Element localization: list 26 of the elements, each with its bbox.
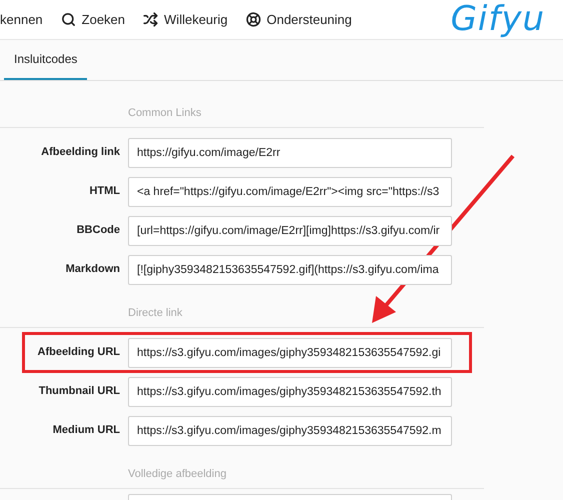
shuffle-icon — [143, 12, 158, 27]
field-label: Thumbnail URL — [38, 384, 120, 400]
nav-link[interactable]: kennen — [0, 10, 43, 30]
nav-link[interactable]: Ondersteuning — [246, 10, 352, 30]
section-heading: Directe link — [128, 307, 182, 319]
nav-link[interactable]: Zoeken — [60, 10, 126, 30]
section-heading: Common Links — [128, 107, 202, 119]
code-field[interactable]: https://gifyu.com/image/E2rr — [128, 138, 452, 168]
field-label: Afbeelding URL — [36, 345, 120, 360]
field-label: HTML — [88, 184, 120, 200]
field-label: Markdown — [64, 262, 120, 278]
nav-link[interactable]: Willekeurig — [143, 10, 228, 30]
tab[interactable]: Insluitcodes — [4, 40, 88, 80]
field-label: BBCode — [76, 223, 120, 238]
code-field[interactable]: https://s3.gifyu.com/images/giphy3593482153635547592.m — [128, 416, 452, 446]
search-icon — [60, 12, 76, 27]
field-label: Medium URL — [52, 423, 120, 438]
section-heading: Volledige afbeelding — [128, 468, 226, 480]
code-field[interactable]: https://s3.gifyu.com/images/giphy3593482153635547592.th — [128, 376, 452, 406]
lifebuoy-icon — [246, 12, 261, 27]
code-field[interactable]: [![giphy3593482153635547592.gif](https://s3.gifyu.com/ima — [128, 254, 452, 284]
code-field[interactable]: https://s3.gifyu.com/images/giphy3593482153635547592.gi — [128, 338, 452, 368]
code-field[interactable]: <a href="https://gifyu.com/image/E2rr"><img src="https://s3 — [128, 176, 452, 206]
code-field[interactable]: [url=https://gifyu.com/image/E2rr][img]https://s3.gifyu.com/ir — [128, 216, 452, 246]
logo: Gifyu — [450, 0, 545, 41]
field-label: Afbeelding link — [40, 145, 120, 160]
